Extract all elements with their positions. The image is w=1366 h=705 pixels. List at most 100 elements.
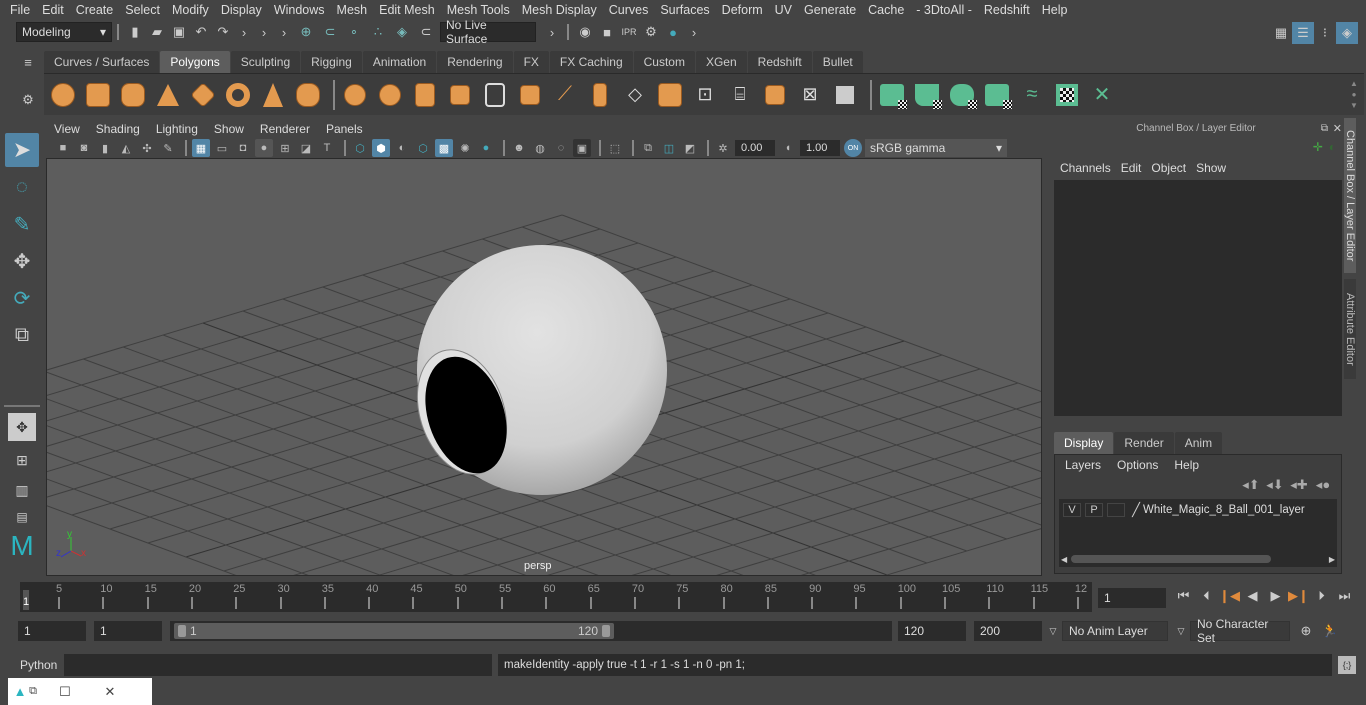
hypershade-icon[interactable]: ● bbox=[662, 25, 684, 40]
isolate-select-icon[interactable]: ⬚ bbox=[606, 139, 624, 157]
shelf-tab-animation[interactable]: Animation bbox=[362, 51, 437, 73]
script-editor-icon[interactable]: {;} bbox=[1338, 656, 1356, 674]
move-layer-down-icon[interactable]: ◂⬇ bbox=[1263, 477, 1287, 493]
menu-redshift[interactable]: Redshift bbox=[978, 3, 1036, 17]
shadows-icon[interactable]: ● bbox=[477, 139, 495, 157]
color-management-toggle[interactable]: ON bbox=[844, 139, 862, 157]
close-window-icon[interactable]: ✕ bbox=[90, 684, 130, 700]
character-set-dropdown[interactable]: No Character Set bbox=[1190, 617, 1290, 645]
side-tab-attribute-editor[interactable]: Attribute Editor bbox=[1344, 279, 1356, 379]
start-time-field[interactable]: 1 bbox=[18, 621, 86, 641]
film-gate-icon[interactable]: ▭ bbox=[213, 139, 231, 157]
playback-end-field[interactable]: 120 bbox=[898, 621, 966, 641]
poly-cylinder-icon[interactable] bbox=[118, 80, 148, 110]
snap-curve-icon[interactable]: ⊂ bbox=[318, 24, 342, 40]
menu-mesh[interactable]: Mesh bbox=[331, 3, 374, 17]
smooth-icon[interactable] bbox=[445, 80, 475, 110]
render-view-icon[interactable]: ◉ bbox=[574, 24, 596, 40]
snap-grid-icon[interactable]: ⊕ bbox=[294, 24, 318, 40]
cylindrical-uv-icon[interactable] bbox=[912, 80, 942, 110]
collapse-arrow-icon[interactable]: › bbox=[684, 25, 704, 40]
menu-3dtoall[interactable]: - 3DtoAll - bbox=[910, 3, 978, 17]
viewport-menu-show[interactable]: Show bbox=[206, 122, 252, 136]
display-type-toggle[interactable] bbox=[1107, 503, 1125, 517]
textured-icon[interactable]: ▩ bbox=[435, 139, 453, 157]
smooth-shade-icon[interactable]: ⬢ bbox=[372, 139, 390, 157]
menu-cache[interactable]: Cache bbox=[862, 3, 910, 17]
channel-box-menu-channels[interactable]: Channels bbox=[1058, 161, 1119, 175]
safe-action-icon[interactable]: ◪ bbox=[297, 139, 315, 157]
menu-curves[interactable]: Curves bbox=[603, 3, 655, 17]
image-plane-icon[interactable]: ◭ bbox=[117, 139, 135, 157]
contour-stretch-uv-icon[interactable]: ≈ bbox=[1017, 80, 1047, 110]
poly-pipe-icon[interactable] bbox=[293, 80, 323, 110]
planar-uv-icon[interactable] bbox=[877, 80, 907, 110]
spherical-uv-icon[interactable] bbox=[947, 80, 977, 110]
layer-name[interactable]: White_Magic_8_Ball_001_layer bbox=[1143, 504, 1305, 516]
shelf-tab-fx[interactable]: FX bbox=[513, 51, 549, 73]
scroll-left-icon[interactable]: ◀ bbox=[1061, 555, 1067, 564]
menu-uv[interactable]: UV bbox=[769, 3, 798, 17]
collapse-arrow-icon[interactable]: › bbox=[234, 25, 254, 40]
layer-tab-anim[interactable]: Anim bbox=[1174, 432, 1223, 454]
shelf-tab-rendering[interactable]: Rendering bbox=[437, 51, 513, 73]
2d-pan-zoom-icon[interactable]: ✣ bbox=[138, 139, 156, 157]
side-tab-channel-box[interactable]: Channel Box / Layer Editor bbox=[1344, 118, 1356, 273]
shelf-settings-icon[interactable]: ⚙ bbox=[18, 90, 38, 110]
extrude-icon[interactable] bbox=[585, 80, 615, 110]
viewport-menu-view[interactable]: View bbox=[46, 122, 88, 136]
new-scene-icon[interactable]: ▮ bbox=[124, 24, 146, 40]
shelf-scroll[interactable]: ▲ ● ▼ bbox=[1348, 78, 1360, 112]
restore-window-icon[interactable]: ⧉ bbox=[26, 685, 40, 698]
rotate-tool[interactable]: ⟳ bbox=[5, 281, 39, 315]
ambient-occlusion-icon[interactable]: ☻ bbox=[510, 139, 528, 157]
menu-mesh-tools[interactable]: Mesh Tools bbox=[441, 3, 516, 17]
camera-icon[interactable]: ■ bbox=[54, 139, 72, 157]
move-layer-up-icon[interactable]: ◂⬆ bbox=[1239, 477, 1263, 493]
default-material-icon[interactable]: ◐ bbox=[393, 139, 411, 157]
menu-surfaces[interactable]: Surfaces bbox=[654, 3, 715, 17]
bridge-icon[interactable]: ◇ bbox=[620, 80, 650, 110]
close-panel-icon[interactable]: ✕ bbox=[1333, 122, 1342, 135]
step-forward-icon[interactable]: ⏵ bbox=[1310, 588, 1333, 604]
select-tool[interactable]: ➤ bbox=[5, 133, 39, 167]
current-frame-field[interactable]: 1 bbox=[1098, 588, 1166, 608]
anti-aliasing-icon[interactable]: ◌ bbox=[552, 139, 570, 157]
uv-editor-icon[interactable] bbox=[1052, 80, 1082, 110]
scale-tool[interactable]: ⧉ bbox=[5, 318, 39, 352]
redo-icon[interactable]: ↷ bbox=[212, 24, 234, 40]
paint-select-tool[interactable]: ✎ bbox=[5, 207, 39, 241]
gamma-icon[interactable]: ◖ bbox=[779, 139, 797, 157]
menu-mesh-display[interactable]: Mesh Display bbox=[516, 3, 603, 17]
xray-joints-icon[interactable]: ◫ bbox=[660, 139, 678, 157]
viewport-menu-shading[interactable]: Shading bbox=[88, 122, 148, 136]
go-to-start-icon[interactable]: ⏮ bbox=[1172, 588, 1195, 604]
outliner-persp-layout[interactable]: ▥ bbox=[5, 476, 39, 504]
menu-windows[interactable]: Windows bbox=[268, 3, 331, 17]
exposure-icon[interactable]: ✲ bbox=[714, 139, 732, 157]
poly-cone-icon[interactable] bbox=[153, 80, 183, 110]
poly-plane-icon[interactable] bbox=[188, 80, 218, 110]
shelf-tab-sculpting[interactable]: Sculpting bbox=[230, 51, 301, 73]
bookmark-icon[interactable]: ▮ bbox=[96, 139, 114, 157]
shelf-tab-xgen[interactable]: XGen bbox=[695, 51, 747, 73]
channel-list[interactable] bbox=[1054, 180, 1342, 416]
field-chart-icon[interactable]: ⊞ bbox=[276, 139, 294, 157]
render-current-icon[interactable]: ■ bbox=[596, 25, 618, 40]
range-start-grip[interactable] bbox=[178, 625, 186, 637]
playback-start-field[interactable]: 1 bbox=[94, 621, 162, 641]
layer-list-scrollbar[interactable]: ◀ ▶ bbox=[1061, 553, 1335, 565]
layer-color-swatch[interactable]: ╱ bbox=[1129, 502, 1143, 518]
move-tool[interactable]: ✥ bbox=[5, 244, 39, 278]
menu-edit[interactable]: Edit bbox=[36, 3, 70, 17]
poly-torus-icon[interactable] bbox=[223, 80, 253, 110]
step-back-key-icon[interactable]: ❙◀ bbox=[1218, 588, 1241, 604]
collapse-arrow-icon[interactable]: › bbox=[542, 25, 562, 40]
go-to-end-icon[interactable]: ⏭ bbox=[1333, 588, 1356, 604]
automatic-uv-icon[interactable] bbox=[982, 80, 1012, 110]
end-time-field[interactable]: 200 bbox=[974, 621, 1042, 641]
poly-sphere-icon[interactable] bbox=[48, 80, 78, 110]
layer-menu-layers[interactable]: Layers bbox=[1057, 458, 1109, 472]
menu-modify[interactable]: Modify bbox=[166, 3, 215, 17]
exposure-field[interactable]: 0.00 bbox=[735, 140, 775, 156]
